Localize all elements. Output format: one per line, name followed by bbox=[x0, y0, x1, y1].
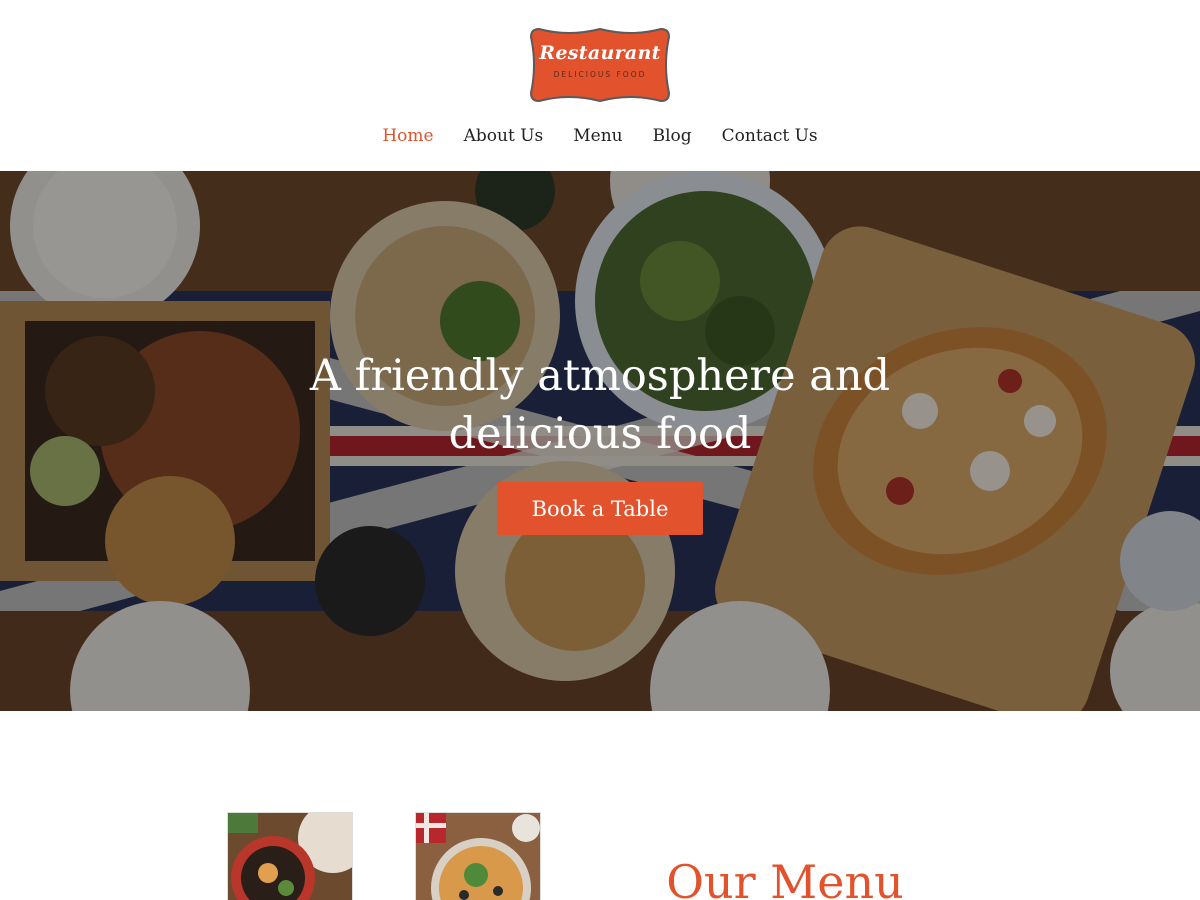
logo-name: Restaurant bbox=[539, 42, 661, 64]
nav-item-home[interactable]: Home bbox=[367, 124, 448, 148]
nav-item-contact-us[interactable]: Contact Us bbox=[707, 124, 833, 148]
logo-tagline: DELICIOUS FOOD bbox=[553, 70, 647, 79]
our-menu-section: Our Menu bbox=[0, 711, 1200, 900]
book-a-table-button[interactable]: Book a Table bbox=[497, 482, 703, 535]
menu-thumbnail-bowl[interactable] bbox=[227, 812, 353, 900]
nav-item-blog[interactable]: Blog bbox=[638, 124, 707, 148]
pizza-photo bbox=[416, 813, 540, 900]
hero-title: A friendly atmosphere and delicious food bbox=[250, 347, 950, 463]
menu-thumbnail-pizza[interactable] bbox=[415, 812, 541, 900]
nav-item-menu[interactable]: Menu bbox=[558, 124, 637, 148]
hero-title-line-2: delicious food bbox=[448, 409, 752, 459]
site-logo[interactable]: Restaurant DELICIOUS FOOD bbox=[529, 25, 671, 105]
bowl-dish-photo bbox=[228, 813, 352, 900]
site-header: Restaurant DELICIOUS FOOD Home About Us … bbox=[0, 0, 1200, 171]
our-menu-heading: Our Menu bbox=[666, 855, 904, 900]
hero-title-line-1: A friendly atmosphere and bbox=[309, 351, 891, 401]
main-nav: Home About Us Menu Blog Contact Us bbox=[0, 124, 1200, 148]
logo-badge bbox=[529, 27, 671, 103]
hero-banner: A friendly atmosphere and delicious food… bbox=[0, 171, 1200, 711]
nav-item-about-us[interactable]: About Us bbox=[449, 124, 559, 148]
